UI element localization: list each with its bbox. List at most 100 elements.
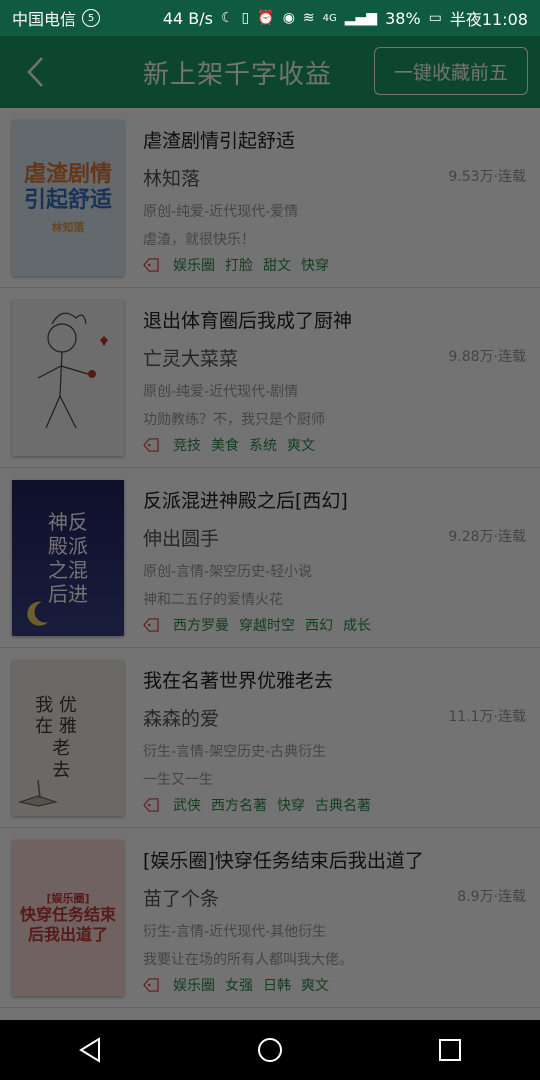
book-cover[interactable]: 虐渣剧情 引起舒适 林知落 [12, 120, 124, 276]
book-tags: 娱乐圈 女强 日韩 爽文 [143, 975, 329, 995]
square-recents-icon [439, 1039, 461, 1061]
wifi-icon: ≋ [302, 10, 315, 26]
book-description: 一生又一生 [143, 772, 213, 788]
book-title[interactable]: 虐渣剧情引起舒适 [143, 126, 295, 153]
moon-icon [27, 601, 48, 626]
cover-title-line: 殿派 [48, 534, 88, 558]
book-author: 森森的爱 [143, 708, 220, 730]
tag-label[interactable]: 女强 [225, 975, 253, 995]
tag-label[interactable]: 甜文 [263, 255, 291, 275]
book-tags: 武侠 西方名著 快穿 古典名著 [143, 795, 371, 815]
book-tags: 竞技 美食 系统 爽文 [143, 435, 315, 455]
book-stats: 9.28万·连载 [448, 529, 526, 545]
book-cover[interactable]: 神反 殿派 之混 后进 [12, 480, 124, 636]
back-button[interactable] [0, 36, 70, 108]
tag-label[interactable]: 娱乐圈 [173, 975, 215, 995]
book-genre: 原创-言情-架空历史-轻小说 [143, 564, 313, 580]
tag-label[interactable]: 娱乐圈 [173, 255, 215, 275]
book-cover[interactable]: 我 优 在 雅 老 去 [12, 660, 124, 816]
cover-title-line: 后进 [48, 582, 88, 606]
system-nav-bar [0, 1020, 540, 1080]
list-item[interactable]: 退出体育圈后我成了厨神 亡灵大菜菜 9.88万·连载 原创-纯爱-近代现代-剧情… [0, 288, 540, 468]
book-genre: 原创-纯爱-近代现代-剧情 [143, 384, 299, 400]
book-author: 苗了个条 [143, 888, 220, 910]
book-author: 亡灵大菜菜 [143, 348, 239, 370]
cover-title-line: 神反 [48, 510, 88, 534]
tag-label[interactable]: 西方名著 [211, 795, 267, 815]
book-list: 虐渣剧情 引起舒适 林知落 虐渣剧情引起舒适 林知落 9.53万·连载 原创-纯… [0, 108, 540, 1008]
tag-label[interactable]: 成长 [343, 615, 371, 635]
tag-label[interactable]: 日韩 [263, 975, 291, 995]
tag-label[interactable]: 竞技 [173, 435, 201, 455]
nav-recents-button[interactable] [420, 1020, 480, 1080]
tag-icon [143, 798, 159, 812]
cover-title-line: 快穿任务结束 [19, 905, 116, 925]
alarm-icon: ⏰ [257, 10, 275, 26]
tag-label[interactable]: 武侠 [173, 795, 201, 815]
cover-illustration [37, 312, 108, 429]
network-speed: 44 B/s [162, 8, 213, 28]
battery-icon: ▭ [428, 10, 442, 26]
tag-label[interactable]: 打脸 [225, 255, 253, 275]
eye-icon: ◉ [282, 10, 295, 26]
book-stats: 8.9万·连载 [457, 889, 526, 905]
status-icons: 44 B/s ☾ ▯ ⏰ ◉ ≋ 4G ▂▄▆ 38% ▭ 半夜11:08 [163, 6, 528, 30]
tag-label[interactable]: 西方罗曼 [173, 615, 229, 635]
book-genre: 衍生-言情-近代现代-其他衍生 [143, 924, 327, 940]
book-description: 我要让在场的所有人都叫我大佬。 [143, 952, 353, 968]
book-author: 林知落 [143, 168, 201, 190]
tag-label[interactable]: 爽文 [301, 975, 329, 995]
tag-label[interactable]: 古典名著 [315, 795, 371, 815]
battery-percent: 38% [385, 8, 421, 28]
chevron-left-icon [27, 57, 43, 87]
collect-top-five-button[interactable]: 一键收藏前五 [374, 47, 528, 95]
book-title[interactable]: 退出体育圈后我成了厨神 [143, 306, 352, 333]
tag-label[interactable]: 快穿 [301, 255, 329, 275]
moon-icon: ☾ [220, 10, 234, 26]
cover-title-line: 引起舒适 [23, 188, 112, 214]
tag-label[interactable]: 快穿 [277, 795, 305, 815]
clock: 半夜11:08 [449, 10, 528, 29]
vibrate-icon: ▯ [241, 10, 250, 26]
book-author: 伸出圆手 [143, 528, 220, 550]
tag-label[interactable]: 爽文 [287, 435, 315, 455]
cover-title-line: 后我出道了 [27, 924, 108, 944]
cover-title-line: 老 [35, 738, 71, 759]
list-item[interactable]: 我 优 在 雅 老 去 我在名著世界优雅老去 森森的爱 11.1万·连载 衍生-… [0, 648, 540, 828]
carrier-info: 中国电信 5 [12, 6, 101, 30]
book-title[interactable]: 反派混进神殿之后[西幻] [143, 486, 348, 513]
carrier-badge-icon: 5 [82, 9, 101, 27]
tag-label[interactable]: 西幻 [305, 615, 333, 635]
tag-label[interactable]: 系统 [249, 435, 277, 455]
cover-title-line: 在 雅 [35, 716, 77, 738]
app-header: 新上架千字收益 一键收藏前五 [0, 36, 540, 108]
nav-home-button[interactable] [240, 1020, 300, 1080]
signal-icon: ▂▄▆ [344, 10, 378, 26]
list-item[interactable]: 虐渣剧情 引起舒适 林知落 虐渣剧情引起舒适 林知落 9.53万·连载 原创-纯… [0, 108, 540, 288]
book-illustration [18, 779, 58, 807]
list-item[interactable]: 神反 殿派 之混 后进 反派混进神殿之后[西幻] 伸出圆手 9.28万·连载 原… [0, 468, 540, 648]
triangle-back-icon [79, 1037, 100, 1063]
carrier-name: 中国电信 [12, 10, 77, 29]
book-stats: 11.1万·连载 [448, 709, 526, 725]
tag-icon [143, 618, 159, 632]
cover-title-line: 之混 [48, 558, 88, 582]
nav-back-button[interactable] [60, 1020, 120, 1080]
book-title[interactable]: 我在名著世界优雅老去 [143, 666, 333, 693]
book-title[interactable]: [娱乐圈]快穿任务结束后我出道了 [143, 846, 424, 873]
cover-title-line: 我 优 [35, 694, 77, 716]
book-cover[interactable]: [娱乐圈] 快穿任务结束 后我出道了 [12, 840, 124, 996]
cover-title-line: 虐渣剧情 [23, 162, 112, 188]
list-item[interactable]: [娱乐圈] 快穿任务结束 后我出道了 [娱乐圈]快穿任务结束后我出道了 苗了个条… [0, 828, 540, 1008]
book-description: 功勋教练？不，我只是个厨师 [143, 412, 325, 428]
signal-label: 4G [322, 12, 337, 24]
circle-home-icon [258, 1038, 282, 1062]
book-stats: 9.53万·连载 [448, 169, 526, 185]
book-cover[interactable] [12, 300, 124, 456]
tag-label[interactable]: 穿越时空 [239, 615, 295, 635]
book-genre: 衍生-言情-架空历史-古典衍生 [143, 744, 327, 760]
status-bar: 中国电信 5 44 B/s ☾ ▯ ⏰ ◉ ≋ 4G ▂▄▆ 38% ▭ 半夜1… [0, 0, 540, 36]
page-title: 新上架千字收益 [143, 60, 333, 90]
tag-label[interactable]: 美食 [211, 435, 239, 455]
cover-author-line: 林知落 [51, 220, 85, 234]
